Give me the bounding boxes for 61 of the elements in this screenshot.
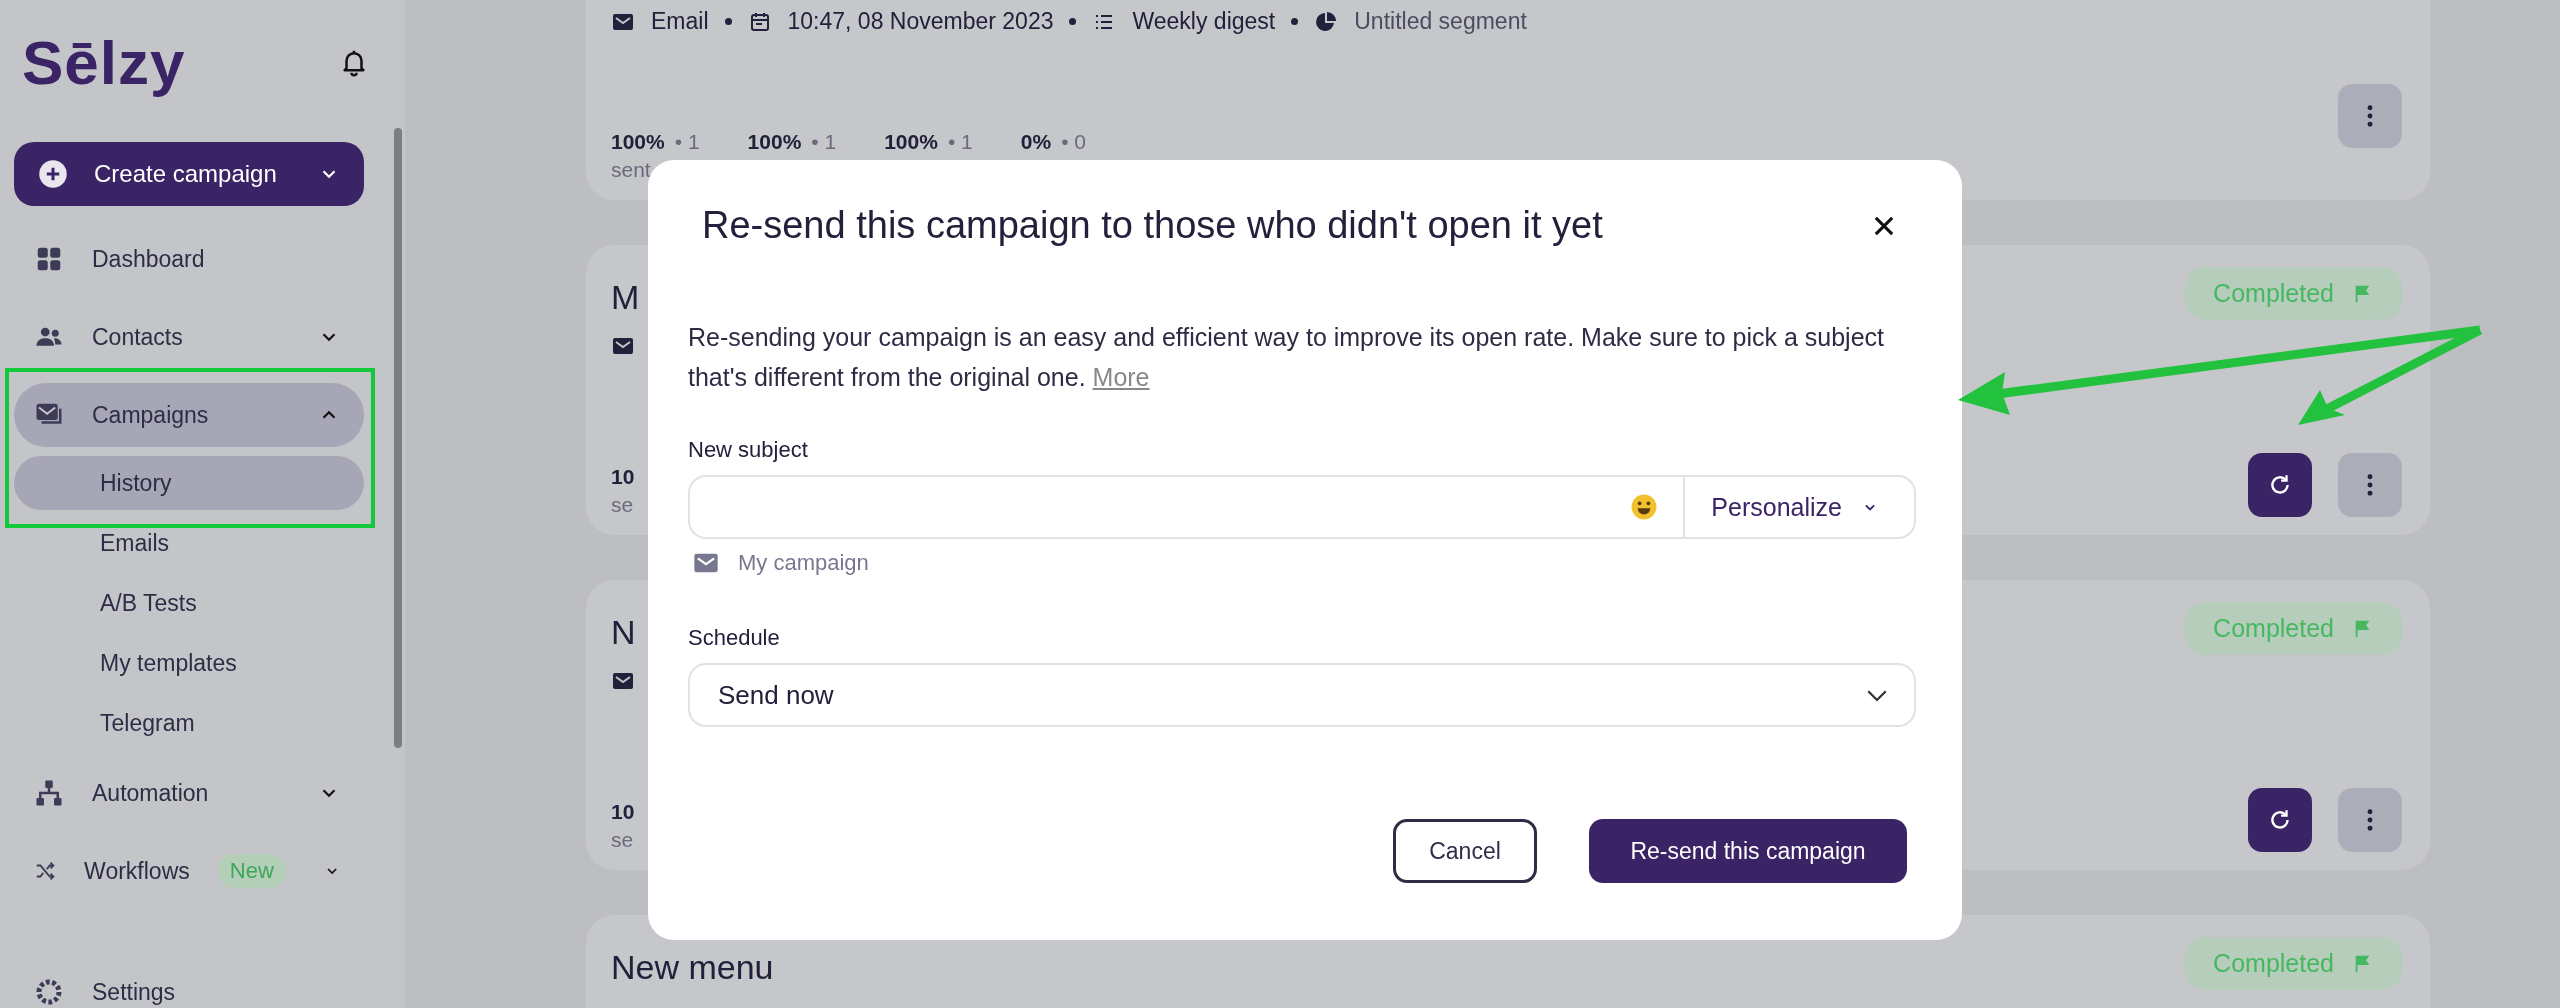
- subject-hint: My campaign: [738, 550, 869, 576]
- stat-label: se: [611, 493, 635, 517]
- stat-count: • 0: [1061, 130, 1086, 154]
- cancel-button[interactable]: Cancel: [1393, 819, 1537, 883]
- submenu-item[interactable]: History: [14, 456, 364, 510]
- stat-value: 0%: [1020, 130, 1052, 154]
- submenu-item[interactable]: Emails: [14, 516, 364, 570]
- gear-icon: [34, 977, 64, 1007]
- submenu-item[interactable]: My templates: [14, 636, 364, 690]
- stat-value: 100%: [611, 130, 665, 154]
- more-icon: [2367, 809, 2373, 831]
- stat-value: 10: [611, 800, 635, 824]
- stat-count: • 1: [811, 130, 837, 154]
- status-badge: Completed: [2185, 937, 2402, 990]
- nav-item[interactable]: Workflows New: [14, 839, 364, 903]
- meta-text: Weekly digest: [1132, 8, 1276, 35]
- meta-text: 10:47, 08 November 2023: [787, 8, 1054, 35]
- field-label: Schedule: [688, 625, 781, 651]
- more-icon: [2367, 105, 2373, 127]
- subject-field[interactable]: Personalize: [688, 475, 1916, 539]
- new-badge: New: [217, 854, 286, 888]
- meta-text: Email: [651, 8, 709, 35]
- separator-dot: [1291, 18, 1299, 25]
- tree-icon: [34, 778, 64, 808]
- separator-dot: [724, 18, 732, 25]
- logo[interactable]: Sēlzy: [22, 26, 186, 98]
- create-campaign-button[interactable]: Create campaign: [14, 142, 364, 206]
- stat-value: 10: [611, 465, 635, 489]
- campaign-title[interactable]: New menu: [611, 948, 774, 987]
- more-link[interactable]: More: [1092, 363, 1150, 391]
- separator-dot: [1069, 18, 1077, 25]
- resend-button[interactable]: [2248, 453, 2312, 517]
- nav-item[interactable]: Automation: [14, 761, 364, 825]
- nav-item[interactable]: Contacts: [14, 305, 364, 369]
- personalize-dropdown[interactable]: Personalize: [1683, 477, 1914, 537]
- dialog-description: Re-sending your campaign is an easy and efficient way to improve its open rate. Make sure to pick a subject that's different from the original one. More: [688, 322, 1885, 393]
- plus-icon: [38, 159, 68, 189]
- resend-button[interactable]: [2248, 788, 2312, 852]
- nav-item[interactable]: Settings: [14, 960, 364, 1008]
- stat-label: se: [611, 828, 635, 852]
- campaign-title[interactable]: M: [611, 278, 640, 317]
- stat-count: • 1: [947, 130, 973, 154]
- schedule-dropdown[interactable]: Send now: [688, 663, 1916, 727]
- stat-count: • 1: [674, 130, 700, 154]
- pie-chart-icon: [1314, 9, 1339, 34]
- campaign-title[interactable]: N: [611, 613, 636, 652]
- submenu-item[interactable]: A/B Tests: [14, 576, 364, 630]
- resend-campaign-button[interactable]: Re-send this campaign: [1589, 819, 1907, 883]
- field-label: New subject: [688, 437, 809, 463]
- stat-value: 100%: [747, 130, 802, 154]
- stat-label: sent: [611, 158, 652, 182]
- more-icon: [2367, 474, 2373, 496]
- nav-item[interactable]: Campaigns: [14, 383, 364, 447]
- stat-value: 100%: [884, 130, 938, 154]
- status-badge: Completed: [2185, 267, 2402, 320]
- dialog-title: Re-send this campaign to those who didn't open it yet: [702, 204, 1603, 247]
- scrollbar[interactable]: [394, 128, 402, 748]
- status-badge: Completed: [2185, 602, 2402, 655]
- meta-text: Untitled segment: [1354, 8, 1527, 35]
- nav-item[interactable]: Dashboard: [14, 227, 364, 291]
- submenu-item[interactable]: Telegram: [14, 696, 364, 750]
